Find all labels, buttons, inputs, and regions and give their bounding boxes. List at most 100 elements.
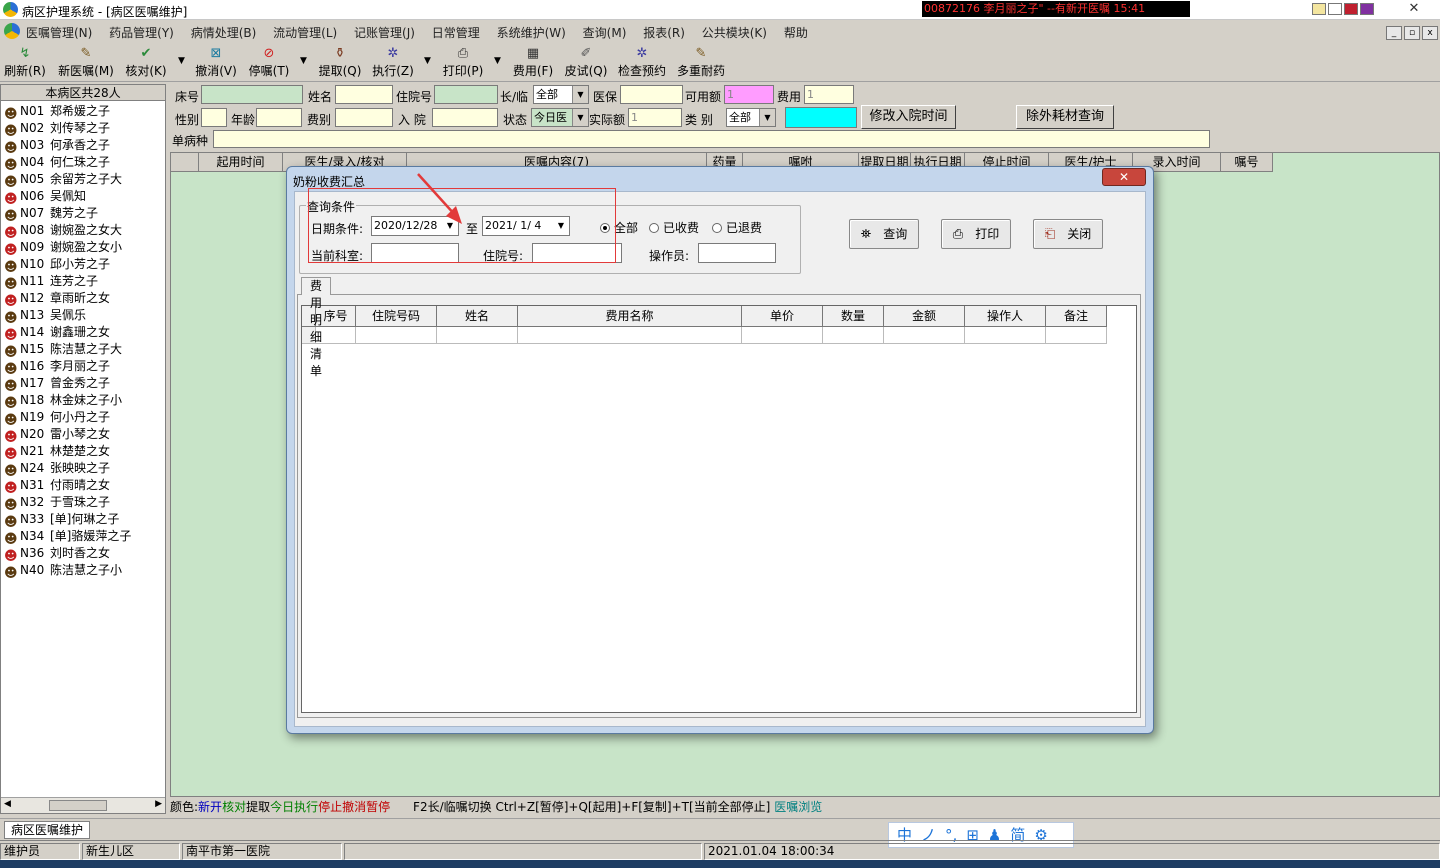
window-close-button[interactable]: ✕ bbox=[1404, 0, 1424, 18]
single-disease-field[interactable] bbox=[213, 130, 1210, 148]
patient-item[interactable]: ☻ N34 [单]骆媛萍之子 bbox=[1, 528, 165, 547]
menu-conditions[interactable]: 病情处理(B) bbox=[191, 24, 257, 41]
fee-col-2[interactable]: 住院号码 bbox=[356, 306, 437, 327]
inpatient-field[interactable] bbox=[532, 243, 622, 263]
chevron-down-icon[interactable]: ▼ bbox=[553, 217, 569, 234]
fee-field[interactable]: 1 bbox=[804, 85, 854, 104]
order-col-0[interactable] bbox=[171, 153, 199, 172]
patient-item[interactable]: ☻ N17 曾金秀之子 bbox=[1, 375, 165, 394]
cell[interactable] bbox=[437, 327, 518, 344]
multi-resist-button[interactable]: ✎ 多重耐药 bbox=[675, 46, 727, 79]
task-tab-order-maintenance[interactable]: 病区医嘱维护 bbox=[4, 821, 91, 839]
patient-item[interactable]: ☻ N32 于雪珠之子 bbox=[1, 494, 165, 513]
menu-drugs[interactable]: 药品管理(Y) bbox=[109, 24, 174, 41]
order-col-11[interactable]: 嘱号 bbox=[1221, 153, 1273, 172]
close-button-dialog[interactable]: ⎗ 关闭 bbox=[1033, 219, 1103, 249]
patient-item[interactable]: ☻ N11 连芳之子 bbox=[1, 273, 165, 292]
fetch-button[interactable]: ⚱ 提取(Q) bbox=[317, 46, 363, 79]
patient-item[interactable]: ☻ N01 郑希媛之子 bbox=[1, 103, 165, 122]
cell[interactable] bbox=[884, 327, 965, 344]
execute-button[interactable]: ✲ 执行(Z) bbox=[370, 46, 416, 79]
patient-item[interactable]: ☻ N13 吴佩乐 bbox=[1, 307, 165, 326]
radio-charged[interactable]: 已收费 bbox=[649, 219, 699, 236]
cell[interactable] bbox=[518, 327, 742, 344]
verify-dropdown-icon[interactable]: ▼ bbox=[178, 56, 185, 66]
bed-no-field[interactable] bbox=[201, 85, 303, 104]
patient-item[interactable]: ☻ N02 刘传琴之子 bbox=[1, 120, 165, 139]
patient-item[interactable]: ☻ N05 余留芳之子大 bbox=[1, 171, 165, 190]
radio-refunded[interactable]: 已退费 bbox=[712, 219, 762, 236]
fee-col-8[interactable]: 操作人 bbox=[965, 306, 1046, 327]
patient-item[interactable]: ☻ N40 陈洁慧之子小 bbox=[1, 562, 165, 581]
fee-col-5[interactable]: 单价 bbox=[742, 306, 823, 327]
flag-icon[interactable] bbox=[1328, 3, 1342, 15]
menu-flow[interactable]: 流动管理(L) bbox=[273, 24, 337, 41]
patient-item[interactable]: ☻ N31 付雨晴之女 bbox=[1, 477, 165, 496]
operator-field[interactable] bbox=[698, 243, 776, 263]
order-browse-link[interactable]: 医嘱浏览 bbox=[774, 800, 822, 814]
menu-reports[interactable]: 报表(R) bbox=[643, 24, 685, 41]
fee-type-field[interactable] bbox=[335, 108, 393, 127]
patient-item[interactable]: ☻ N20 雷小琴之女 bbox=[1, 426, 165, 445]
stop-dropdown-icon[interactable]: ▼ bbox=[300, 56, 307, 66]
skin-test-button[interactable]: ✐ 皮试(Q) bbox=[563, 46, 609, 79]
patient-item[interactable]: ☻ N09 谢婉盈之女小 bbox=[1, 239, 165, 258]
mdi-minimize-button[interactable]: _ bbox=[1386, 26, 1402, 40]
actual-field[interactable]: 1 bbox=[628, 108, 682, 127]
mail-icon[interactable] bbox=[1312, 3, 1326, 15]
tool-icon[interactable] bbox=[1360, 3, 1374, 15]
extra-consumables-button[interactable]: 除外耗材查询 bbox=[1016, 105, 1114, 129]
patient-item[interactable]: ☻ N10 邱小芳之子 bbox=[1, 256, 165, 275]
verify-button[interactable]: ✔ 核对(K) bbox=[124, 46, 168, 79]
chevron-down-icon[interactable]: ▼ bbox=[572, 86, 588, 103]
stop-order-button[interactable]: ⊘ 停嘱(T) bbox=[246, 46, 292, 79]
patient-item[interactable]: ☻ N16 李月丽之子 bbox=[1, 358, 165, 377]
admit-field[interactable] bbox=[432, 108, 498, 127]
radio-all[interactable]: 全部 bbox=[600, 219, 638, 236]
print-button-dialog[interactable]: ⎙ 打印 bbox=[941, 219, 1011, 249]
gender-field[interactable] bbox=[201, 108, 227, 127]
patient-item[interactable]: ☻ N14 谢鑫珊之女 bbox=[1, 324, 165, 343]
chevron-down-icon[interactable]: ▼ bbox=[572, 109, 588, 126]
tab-fee-detail[interactable]: 费用明细清单 bbox=[301, 277, 332, 378]
status-select[interactable]: 今日医 ▼ bbox=[531, 108, 589, 127]
modify-admit-time-button[interactable]: 修改入院时间 bbox=[861, 105, 956, 129]
category-select[interactable]: 全部 ▼ bbox=[726, 108, 776, 127]
execute-dropdown-icon[interactable]: ▼ bbox=[424, 56, 431, 66]
fee-col-6[interactable]: 数量 bbox=[823, 306, 884, 327]
menu-help[interactable]: 帮助 bbox=[784, 24, 808, 41]
patient-item[interactable]: ☻ N04 何仁珠之子 bbox=[1, 154, 165, 173]
patient-item[interactable]: ☻ N08 谢婉盈之女大 bbox=[1, 222, 165, 241]
exam-booking-button[interactable]: ✲ 检查预约 bbox=[616, 46, 668, 79]
mdi-restore-button[interactable]: ▫ bbox=[1404, 26, 1420, 40]
menu-orders[interactable]: 医嘱管理(N) bbox=[26, 24, 92, 41]
print-dropdown-icon[interactable]: ▼ bbox=[494, 56, 501, 66]
cell[interactable] bbox=[823, 327, 884, 344]
cancel-button[interactable]: ⊠ 撤消(V) bbox=[194, 46, 238, 79]
patient-item[interactable]: ☻ N33 [单]何琳之子 bbox=[1, 511, 165, 530]
available-field[interactable]: 1 bbox=[724, 85, 774, 104]
age-field[interactable] bbox=[256, 108, 302, 127]
patient-item[interactable]: ☻ N12 章雨昕之女 bbox=[1, 290, 165, 309]
patient-item[interactable]: ☻ N19 何小丹之子 bbox=[1, 409, 165, 428]
patient-item[interactable]: ☻ N36 刘时香之女 bbox=[1, 545, 165, 564]
patient-item[interactable]: ☻ N15 陈洁慧之子大 bbox=[1, 341, 165, 360]
date-to-picker[interactable]: 2021/ 1/ 4 ▼ bbox=[482, 216, 570, 236]
fee-col-4[interactable]: 费用名称 bbox=[518, 306, 742, 327]
chevron-down-icon[interactable]: ▼ bbox=[759, 109, 775, 126]
patient-item[interactable]: ☻ N03 何承香之子 bbox=[1, 137, 165, 156]
record-icon[interactable] bbox=[1344, 3, 1358, 15]
order-col-1[interactable]: 起用时间 bbox=[199, 153, 283, 172]
menu-system[interactable]: 系统维护(W) bbox=[497, 24, 566, 41]
cell[interactable] bbox=[356, 327, 437, 344]
fee-col-7[interactable]: 金额 bbox=[884, 306, 965, 327]
cell[interactable] bbox=[742, 327, 823, 344]
fee-button[interactable]: ▦ 费用(F) bbox=[510, 46, 556, 79]
new-order-button[interactable]: ✎ 新医嘱(M) bbox=[58, 46, 114, 79]
inpatient-no-field[interactable] bbox=[434, 85, 498, 104]
dialog-close-button[interactable]: ✕ bbox=[1102, 168, 1146, 186]
long-temp-select[interactable]: 全部 ▼ bbox=[533, 85, 589, 104]
insurance-field[interactable] bbox=[620, 85, 683, 104]
scroll-left-icon[interactable]: ◀ bbox=[4, 799, 11, 809]
refresh-button[interactable]: ↯ 刷新(R) bbox=[4, 46, 46, 79]
